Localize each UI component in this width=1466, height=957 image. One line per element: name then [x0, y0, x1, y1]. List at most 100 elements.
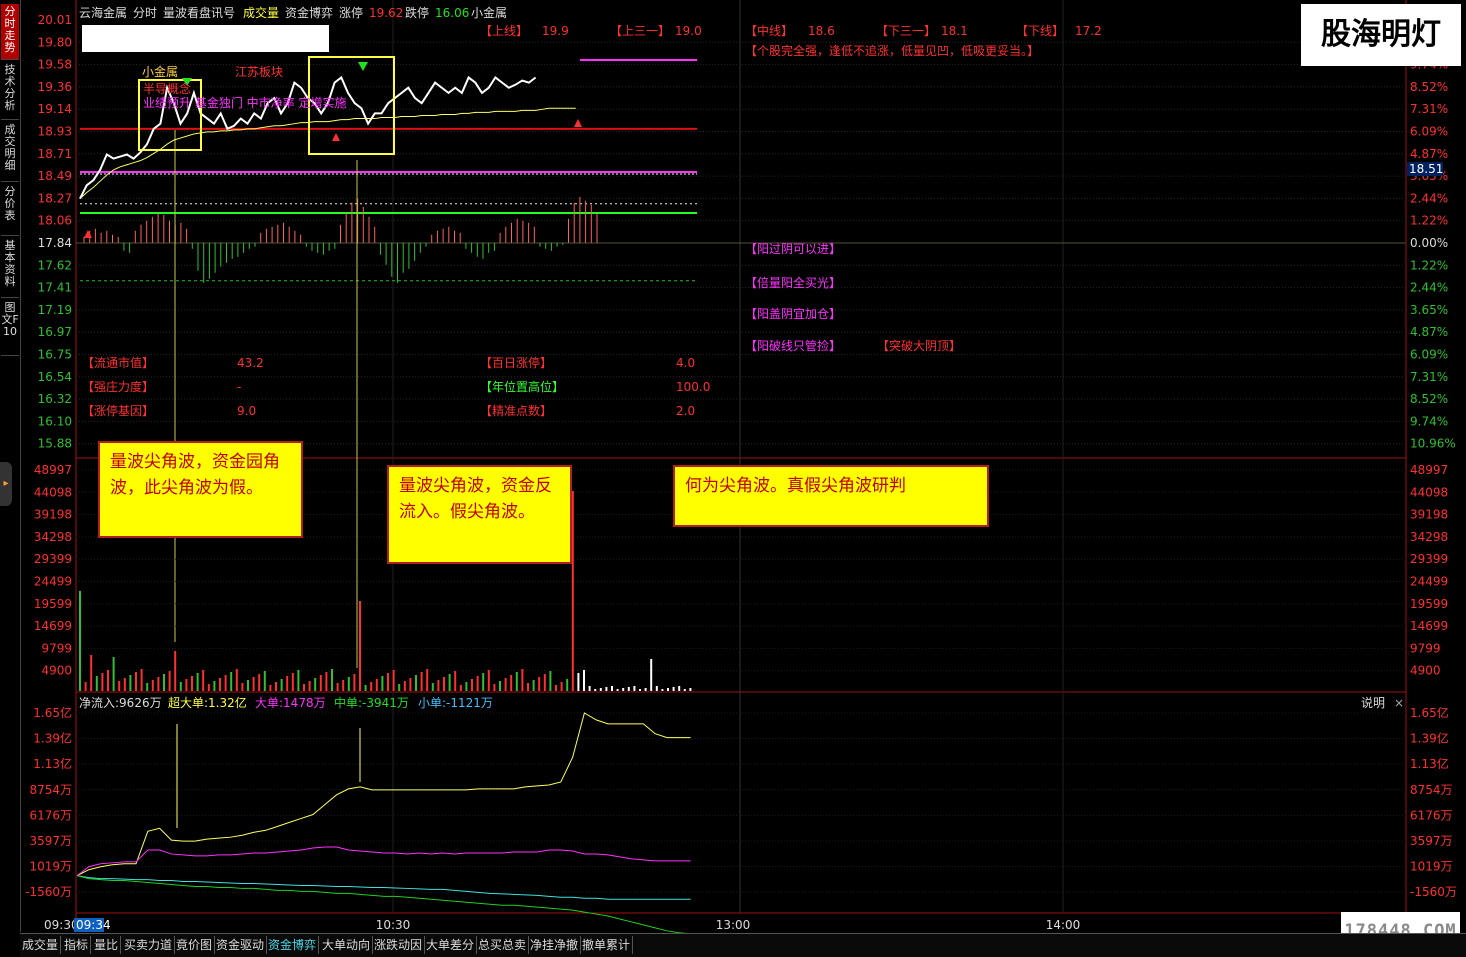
flow-tick-label: 1.13亿	[33, 756, 72, 771]
stat-value: 43.2	[237, 356, 264, 370]
zhongxian-value: 18.6	[808, 24, 835, 38]
capital-indicator: 资金博弈	[285, 5, 333, 20]
volume-tick-label: 4900	[41, 664, 72, 678]
limit-up-value: 19.62	[369, 6, 403, 20]
sector-label: 小金属	[471, 5, 507, 20]
pct-tick-label: 8.52%	[1410, 80, 1448, 94]
volume-tick-label-right: 44098	[1410, 485, 1448, 499]
medium-order-label: 中单:-3941万	[334, 695, 409, 710]
redacted-box	[82, 25, 329, 52]
price-tick-label: 19.36	[38, 80, 72, 94]
bottom-tab[interactable]: 大单动向	[320, 936, 374, 954]
volume-tick-label: 34298	[34, 530, 72, 544]
bottom-tab[interactable]: 大单差分	[424, 936, 478, 954]
pct-tick-label: 9.74%	[1410, 414, 1448, 428]
price-tick-label: 17.84	[38, 236, 72, 250]
pct-tick-label: 2.44%	[1410, 281, 1448, 295]
volume-tick-label-right: 34298	[1410, 530, 1448, 544]
volume-tick-label: 14699	[34, 619, 72, 633]
close-icon: ×	[1394, 696, 1404, 710]
volume-tick-label: 48997	[34, 463, 72, 477]
flow-tick-label-right: 1.13亿	[1410, 756, 1449, 771]
stat-label: 【百日涨停】	[480, 355, 552, 370]
up-triangle-marker	[332, 133, 340, 141]
bottom-tab[interactable]: 总买总卖	[476, 936, 530, 954]
down-triangle-marker	[358, 62, 368, 71]
price-tick-label: 16.32	[38, 392, 72, 406]
small-order-label: 小单:-1121万	[418, 696, 493, 710]
pct-tick-label: 6.09%	[1410, 125, 1448, 139]
pct-tick-label: 3.65%	[1410, 303, 1448, 317]
stat-label: 【涨停基因】	[82, 403, 154, 418]
price-tick-label: 15.88	[38, 437, 72, 451]
pct-tick-label: 4.87%	[1410, 325, 1448, 339]
volume-tick-label: 24499	[34, 575, 72, 589]
flow-tick-label: 1.39亿	[33, 731, 72, 746]
time-cursor-label: 09:34	[76, 918, 111, 932]
up-triangle-marker	[574, 119, 582, 127]
flow-tick-label-right: 1.39亿	[1410, 731, 1449, 746]
volume-tick-label-right: 14699	[1410, 619, 1448, 633]
pct-tick-label: 1.22%	[1410, 258, 1448, 272]
volume-tick-label-right: 29399	[1410, 552, 1448, 566]
time-label-1300: 13:00	[716, 918, 751, 932]
pct-tick-label: 8.52%	[1410, 392, 1448, 406]
volume-tick-label: 29399	[34, 552, 72, 566]
bottom-tab[interactable]: 竟价图	[174, 936, 216, 954]
bottom-tab[interactable]: 涨跌动因	[372, 936, 426, 954]
sector-tag-label: 小金属	[142, 64, 178, 79]
stat-label: 【年位置高位】	[480, 379, 564, 394]
bottom-tab[interactable]: 资金博弈	[266, 936, 320, 954]
up-triangle-marker	[84, 230, 92, 238]
xiaxian-value: 17.2	[1075, 24, 1102, 38]
zhongxian-label: 【中线】	[745, 23, 793, 38]
shangsanyi-label: 【上三一】	[610, 24, 670, 38]
volume-tick-label: 19599	[34, 597, 72, 611]
time-label-start: 09:30	[44, 918, 79, 932]
bottom-tab[interactable]: 资金驱动	[214, 936, 268, 954]
small-flow-line	[76, 875, 691, 900]
pct-tick-label: 2.44%	[1410, 191, 1448, 205]
flow-tick-label-right: -1560万	[1410, 885, 1457, 899]
signal-4: 【阳破线只管捡】	[745, 338, 841, 353]
price-tick-label: 18.93	[38, 125, 72, 139]
xiasanyi-label: 【下三一】	[876, 24, 936, 38]
time-label-1030: 10:30	[376, 918, 411, 932]
help-link: 说明	[1361, 695, 1385, 710]
mode-label: 分时	[133, 6, 157, 20]
volume-tick-label: 39198	[34, 508, 72, 522]
price-tick-label: 17.19	[38, 303, 72, 317]
stat-label: 【精准点数】	[480, 403, 552, 418]
watermark-logo: 股海明灯	[1301, 4, 1461, 66]
bottom-tab[interactable]: 指标	[62, 936, 92, 954]
bottom-tab-bar: 成交量 指标 量比 买卖力道 竟价图 资金驱动 资金博弈 大单动向 涨跌动因 大单差分 总买总卖 净挂…	[20, 933, 1466, 957]
price-tick-label: 16.75	[38, 348, 72, 362]
note-box-1: 量波尖角波，资金园角波，此尖角波为假。	[98, 441, 303, 538]
bottom-tab[interactable]: 买卖力道	[122, 936, 176, 954]
signal-3: 【阳盖阴宜加仓】	[745, 306, 841, 321]
limit-down-value: 16.06	[435, 6, 469, 20]
flow-tick-label-right: 1019万	[1410, 860, 1453, 874]
pct-tick-label: 7.31%	[1410, 370, 1448, 384]
limit-up-label: 涨停	[339, 5, 363, 20]
signal-1: 【阳过阴可以进】	[745, 242, 841, 256]
shangxian-value: 19.9	[542, 24, 569, 38]
bottom-tab[interactable]: 撤单累计	[580, 936, 634, 954]
price-tick-label: 19.14	[38, 102, 72, 116]
bottom-tab[interactable]: 成交量	[20, 936, 62, 954]
shangxian-label: 【上线】	[480, 24, 528, 38]
flow-tick-label: 8754万	[29, 783, 72, 797]
super-large-label: 超大单:1.32亿	[168, 695, 247, 710]
stock-name: 云海金属	[79, 5, 127, 20]
volume-tick-label-right: 39198	[1410, 508, 1448, 522]
bottom-tab[interactable]: 净挂净撤	[528, 936, 582, 954]
indicator-name: 量波看盘讯号	[163, 5, 235, 20]
stat-value: 9.0	[237, 404, 256, 418]
bottom-tab[interactable]: 量比	[92, 936, 122, 954]
flow-tick-label-right: 1.65亿	[1410, 705, 1449, 720]
limit-down-label: 跌停	[405, 5, 429, 20]
shangsanyi-value: 19.0	[675, 24, 702, 38]
price-tick-label: 17.41	[38, 281, 72, 295]
xiasanyi-value: 18.1	[941, 24, 968, 38]
price-tick-label: 18.06	[38, 214, 72, 228]
